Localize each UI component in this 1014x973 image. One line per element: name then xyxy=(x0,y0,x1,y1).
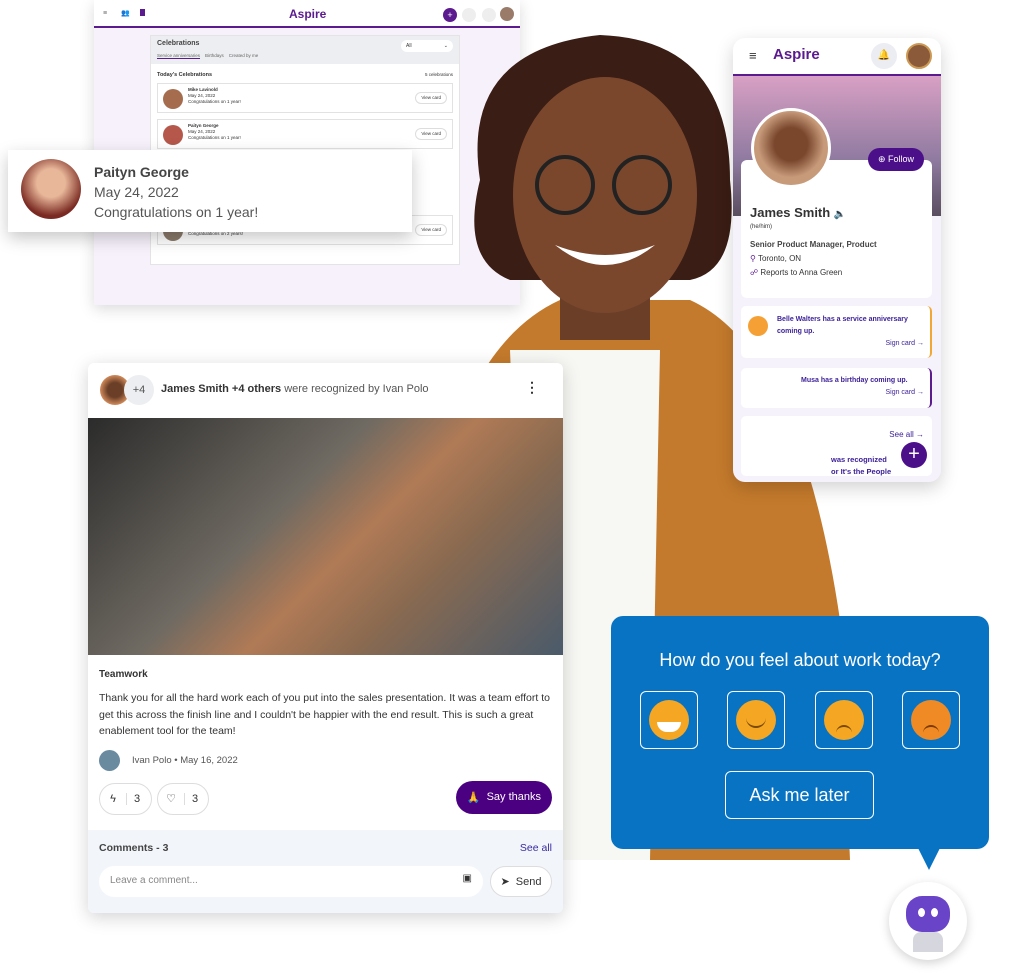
say-thanks-label: Say thanks xyxy=(486,791,541,803)
extra-count: +4 xyxy=(124,375,154,405)
speaker-icon[interactable]: 🔈 xyxy=(834,209,846,220)
like-count: 3 xyxy=(184,792,198,805)
avatar[interactable] xyxy=(906,43,932,69)
feed-text: or It's the People xyxy=(831,467,892,476)
row-date: May 24, 2022 xyxy=(188,93,216,98)
avatar xyxy=(21,159,81,219)
row-message: Congratulations on 1 year! xyxy=(188,99,241,104)
mood-angry[interactable] xyxy=(901,691,960,749)
logo: Aspire xyxy=(773,46,820,63)
celebration-popup: Paityn George May 24, 2022 Congratulatio… xyxy=(8,150,412,232)
boost-button[interactable]: ϟ3 xyxy=(99,782,152,815)
pronouns: (he/him) xyxy=(750,224,773,230)
notice-card: Musa has a birthday coming up. Sign card… xyxy=(741,368,932,408)
image-icon[interactable]: ▣ xyxy=(463,873,472,884)
row-name: Mike Lavinold xyxy=(188,87,218,92)
profile-photo xyxy=(751,108,831,188)
message: Thank you for all the hard work each of … xyxy=(99,692,550,737)
tab-service-anniversaries[interactable]: Service anniversaries xyxy=(157,53,201,59)
tag: Teamwork xyxy=(99,669,148,680)
logo: Aspire xyxy=(289,7,327,21)
assistant-bot-button[interactable] xyxy=(889,882,967,960)
popup-name: Paityn George xyxy=(94,164,189,180)
comment-input[interactable]: Leave a comment... ▣ xyxy=(99,866,483,897)
heart-icon: ♡ xyxy=(166,793,176,805)
job-title: Senior Product Manager, Product xyxy=(750,240,877,249)
org-chart-icon: ☍ xyxy=(750,268,759,277)
follow-label: Follow xyxy=(887,154,914,164)
calendar-icon[interactable] xyxy=(140,9,145,16)
people-icon[interactable]: 👥 xyxy=(121,9,130,17)
lightning-icon: ϟ xyxy=(110,792,116,805)
send-button[interactable]: ➤ Send xyxy=(490,866,552,897)
like-button[interactable]: ♡ 3 xyxy=(157,782,209,815)
sign-card-link[interactable]: Sign card → xyxy=(777,338,924,350)
avatar xyxy=(163,89,183,109)
todays-title: Today's Celebrations xyxy=(157,72,212,78)
profile-name: James Smith xyxy=(750,205,831,220)
sad-face-icon xyxy=(823,700,864,740)
location-icon: ⚲ xyxy=(750,254,756,263)
tab-birthdays[interactable]: Birthdays xyxy=(205,53,224,59)
popup-date: May 24, 2022 xyxy=(94,184,179,200)
say-thanks-button[interactable]: 🙏 Say thanks xyxy=(455,780,552,814)
survey-question: How do you feel about work today? xyxy=(659,650,941,670)
ask-me-later-button[interactable]: Ask me later xyxy=(725,771,874,819)
recipients: James Smith +4 others xyxy=(161,383,282,395)
praise-hands-icon: 🙏 xyxy=(466,791,481,804)
mobile-profile: ≡ Aspire 🔔 ⊕ Follow James Smith 🔈 (he/hi… xyxy=(733,38,941,482)
header-text: were recognized by Ivan Polo xyxy=(281,383,429,395)
menu-icon[interactable]: ≡ xyxy=(749,48,757,63)
menu-icon[interactable]: ≡ xyxy=(103,10,107,17)
speech-tail xyxy=(918,848,940,870)
recognition-image xyxy=(88,418,563,655)
author-line: Ivan Polo • May 16, 2022 xyxy=(132,754,238,766)
notice-text: Belle Walters has a service anniversary … xyxy=(777,316,908,335)
row-date: May 24, 2022 xyxy=(188,129,216,134)
send-icon: ➤ xyxy=(500,876,510,888)
comment-placeholder: Leave a comment... xyxy=(110,875,198,886)
mood-happy[interactable] xyxy=(727,691,786,749)
mood-sad[interactable] xyxy=(814,691,873,749)
tab-created-by-me[interactable]: Created by me xyxy=(229,53,259,59)
bell-icon[interactable]: 🔔 xyxy=(871,43,897,69)
avatar xyxy=(163,125,183,145)
reports-to: Reports to Anna Green xyxy=(760,268,843,277)
add-fab[interactable]: + xyxy=(901,442,927,468)
row-message: Congratulations on 1 year! xyxy=(188,135,241,140)
comments-label: Comments - 3 xyxy=(99,842,169,854)
see-all-comments[interactable]: See all xyxy=(520,842,552,854)
popup-message: Congratulations on 1 year! xyxy=(94,204,259,220)
see-all-link[interactable]: See all → xyxy=(889,430,924,439)
sign-card-link[interactable]: Sign card → xyxy=(801,387,924,399)
mood-survey: How do you feel about work today? Ask me… xyxy=(611,616,989,849)
calendar-icon xyxy=(748,316,768,336)
notice-text: Musa has a birthday coming up. xyxy=(801,377,908,384)
avatar xyxy=(99,749,120,771)
avatar[interactable] xyxy=(500,7,514,21)
very-happy-face-icon xyxy=(649,700,689,740)
happy-face-icon xyxy=(736,700,777,740)
angry-face-icon xyxy=(910,700,951,740)
robot-icon xyxy=(906,896,950,932)
recognition-card: +4 James Smith +4 others were recognized… xyxy=(88,363,563,913)
location: Toronto, ON xyxy=(757,254,802,263)
more-options-icon[interactable]: ⋮ xyxy=(525,379,539,396)
feed-text: was recognized xyxy=(831,455,887,464)
notice-card: Belle Walters has a service anniversary … xyxy=(741,306,932,358)
boost-count: 3 xyxy=(126,792,140,805)
row-name: Paityn George xyxy=(188,123,219,128)
follow-button[interactable]: ⊕ Follow xyxy=(867,148,924,171)
mood-very-happy[interactable] xyxy=(640,691,698,749)
